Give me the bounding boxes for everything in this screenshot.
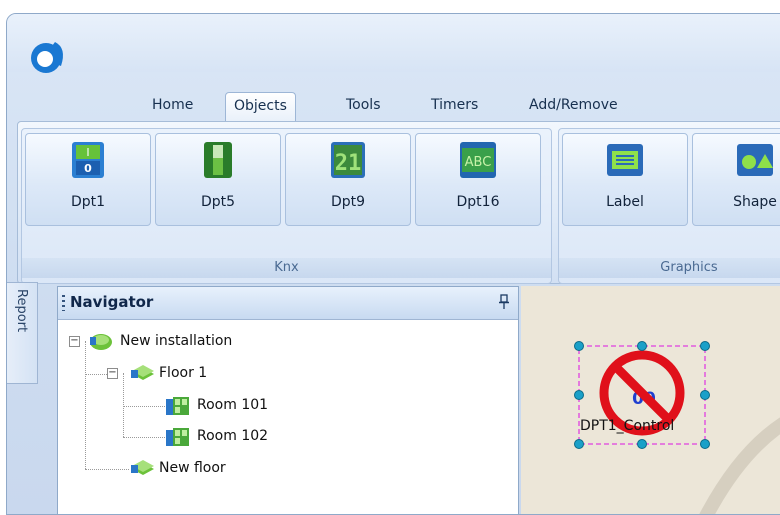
tree-node-new-installation[interactable]: New installation	[120, 330, 232, 352]
dpt5-button[interactable]: Dpt5	[155, 133, 281, 226]
installation-tree: − New installation − Floor 1 Room 101 Ro…	[58, 319, 518, 514]
tree-node-room-102[interactable]: Room 102	[197, 425, 268, 447]
dpt16-icon-glyph: ABC	[465, 155, 492, 170]
dpt16-button[interactable]: ABC Dpt16	[415, 133, 541, 226]
tree-node-floor-1[interactable]: Floor 1	[159, 362, 207, 384]
shape-label: Shape	[733, 194, 777, 210]
title-bar	[7, 14, 780, 73]
navigator-title: Navigator	[70, 293, 154, 311]
dpt1-button[interactable]: I 0 Dpt1	[25, 133, 151, 226]
label-icon	[607, 144, 643, 176]
shape-button[interactable]: Shape	[692, 133, 780, 226]
graphics-group-label: Graphics	[559, 258, 780, 278]
dpt9-icon-glyph: 21	[335, 151, 362, 176]
knx-group-label: Knx	[22, 258, 551, 278]
tab-add-remove[interactable]: Add/Remove	[521, 92, 626, 120]
navigator-header: Navigator	[58, 287, 518, 320]
dpt16-label: Dpt16	[456, 194, 500, 210]
collapse-root-icon[interactable]: −	[69, 336, 80, 347]
tab-objects[interactable]: Objects	[225, 92, 296, 122]
navigator-panel: Navigator − New installation − Floor 1 R…	[57, 286, 519, 514]
dpt9-numeric-icon: 21	[331, 142, 365, 178]
dpt1-switch-icon: I 0	[72, 142, 104, 178]
new-floor-icon	[131, 460, 154, 475]
dpt5-slider-icon	[204, 142, 232, 178]
ribbon-panel: I 0 Dpt1 Dpt5 21 Dpt9 ABC Dpt16 Knx Labe…	[17, 121, 780, 284]
pin-icon[interactable]	[498, 294, 510, 310]
dpt16-text-icon: ABC	[460, 142, 496, 178]
report-tab-label: Report	[14, 289, 29, 333]
tab-tools[interactable]: Tools	[338, 92, 389, 120]
label-button[interactable]: Label	[562, 133, 688, 226]
shape-icon	[737, 144, 773, 176]
tree-node-new-floor[interactable]: New floor	[159, 457, 226, 479]
drag-grip-icon[interactable]	[62, 295, 65, 311]
tree-node-room-101[interactable]: Room 101	[197, 394, 268, 416]
graphics-group: Label Shape Graphics	[558, 128, 780, 284]
installation-icon	[90, 334, 112, 350]
room-102-icon	[166, 428, 189, 446]
dpt9-button[interactable]: 21 Dpt9	[285, 133, 411, 226]
control-name-label: DPT1_Control	[580, 418, 675, 434]
dpt1-label: Dpt1	[70, 194, 106, 210]
report-side-tab[interactable]: Report	[7, 282, 38, 384]
floor-icon	[131, 365, 154, 380]
tab-home[interactable]: Home	[144, 92, 201, 120]
room-101-icon	[166, 397, 189, 415]
label-button-label: Label	[606, 194, 644, 210]
tab-timers[interactable]: Timers	[423, 92, 486, 120]
app-logo-icon[interactable]	[29, 36, 69, 76]
knx-group: I 0 Dpt1 Dpt5 21 Dpt9 ABC Dpt16 Knx	[21, 128, 552, 284]
dpt5-label: Dpt5	[200, 194, 236, 210]
selected-dpt1-control[interactable]: 00	[568, 338, 716, 454]
collapse-floor1-icon[interactable]: −	[107, 368, 118, 379]
dpt1-icon-bottom-glyph: 0	[84, 162, 92, 175]
dpt1-icon-top-glyph: I	[86, 146, 89, 159]
dpt9-label: Dpt9	[330, 194, 366, 210]
